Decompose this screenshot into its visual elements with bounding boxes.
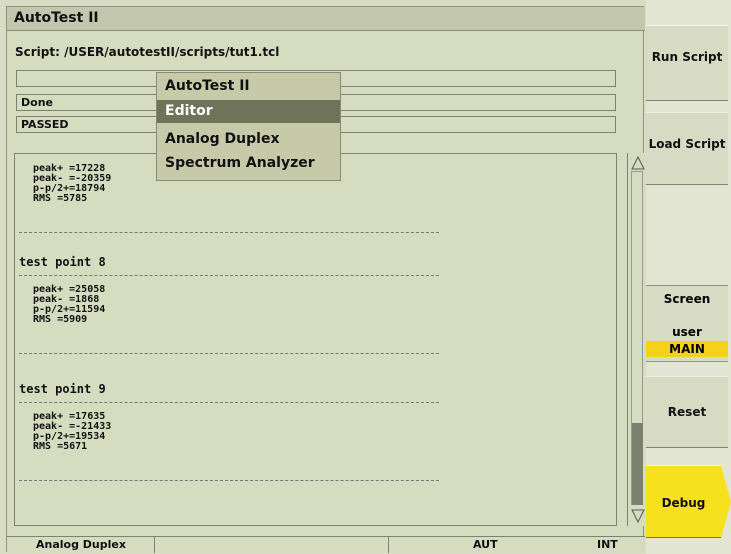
menu-item-spectrum-analyzer[interactable]: Spectrum Analyzer — [157, 152, 340, 175]
run-script-button[interactable]: Run Script — [646, 25, 728, 101]
status-bar: Analog Duplex AUT INT — [7, 536, 645, 553]
screen-user-label: user — [672, 325, 702, 339]
section-0-row-3: RMS =5785 — [33, 193, 88, 204]
status-right: INT — [597, 538, 618, 551]
status-sep-1 — [154, 537, 155, 553]
section-1-row-3: RMS =5909 — [33, 314, 88, 325]
divider-4 — [19, 480, 439, 481]
screen-menu[interactable]: AutoTest II Editor Analog Duplex Spectru… — [156, 72, 341, 181]
divider-3 — [19, 402, 439, 403]
menu-item-analog-duplex[interactable]: Analog Duplex — [157, 128, 340, 151]
status-center: AUT — [473, 538, 498, 551]
section-2-rows: peak+ =17635 peak- =-21433 p-p/2+=19534 … — [33, 412, 111, 452]
title-bar: AutoTest II — [7, 7, 645, 31]
triangle-down-icon[interactable] — [631, 509, 645, 523]
menu-item-autotest[interactable]: AutoTest II — [157, 75, 340, 98]
reset-button[interactable]: Reset — [646, 376, 728, 448]
section-1-rows: peak+ =25058 peak- =1868 p-p/2+=11594 RM… — [33, 285, 105, 325]
debug-label: Debug — [661, 496, 706, 510]
vertical-scrollbar[interactable] — [627, 153, 647, 526]
divider-2 — [19, 353, 439, 354]
load-script-button[interactable]: Load Script — [646, 112, 728, 185]
app-root: AutoTest II Script: /USER/autotestII/scr… — [0, 0, 731, 554]
test-point-9-title: test point 9 — [19, 382, 106, 396]
output-area[interactable]: peak+ =17228 peak- =-20359 p-p/2+=18794 … — [14, 153, 617, 526]
window-title: AutoTest II — [14, 10, 99, 26]
screen-main-label: MAIN — [646, 341, 728, 357]
divider-1 — [19, 275, 439, 276]
script-path: Script: /USER/autotestII/scripts/tut1.tc… — [15, 45, 280, 59]
test-point-8-title: test point 8 — [19, 255, 106, 269]
section-2-row-3: RMS =5671 — [33, 441, 88, 452]
triangle-up-icon[interactable] — [631, 156, 645, 170]
load-script-label: Load Script — [648, 137, 726, 151]
softkey-panel: Run Script Load Script Screen user MAIN … — [646, 0, 731, 554]
run-script-label: Run Script — [651, 50, 723, 64]
screen-label: Screen — [663, 292, 711, 306]
status-sep-2 — [388, 537, 389, 553]
menu-item-editor[interactable]: Editor — [157, 100, 340, 123]
reset-label: Reset — [667, 405, 707, 419]
divider-0 — [19, 232, 439, 233]
screen-selector[interactable]: Screen user MAIN — [646, 285, 728, 362]
section-0-rows: peak+ =17228 peak- =-20359 p-p/2+=18794 … — [33, 164, 111, 204]
status-left: Analog Duplex — [36, 538, 126, 551]
debug-button[interactable]: Debug — [646, 465, 731, 538]
scroll-thumb[interactable] — [632, 423, 643, 505]
